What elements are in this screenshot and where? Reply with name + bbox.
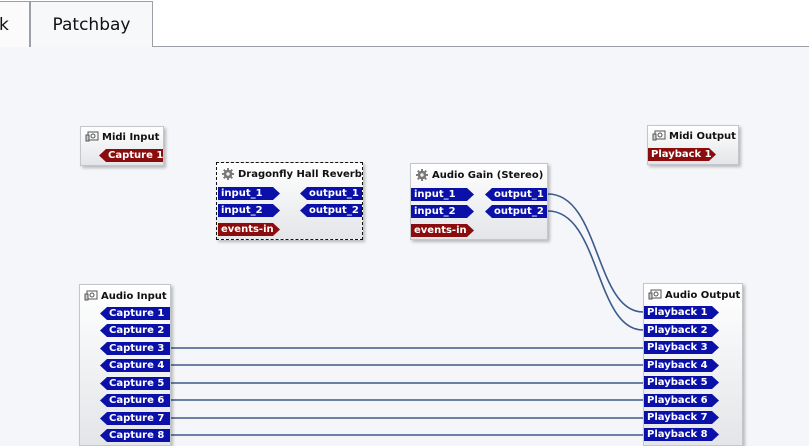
tab-previous[interactable]: k [0,1,30,47]
port-audio-capture-3[interactable]: Capture 3 [100,342,170,355]
gear-icon [416,169,428,181]
port-reverb-input-2[interactable]: input_2 [218,204,280,217]
audio-device-icon [648,289,662,300]
box-title: Audio Output [644,287,742,303]
audio-device-icon [652,130,666,141]
tab-bar: k Patchbay [0,0,809,48]
port-audio-playback-3[interactable]: Playback 3 [644,341,719,354]
port-audio-capture-4[interactable]: Capture 4 [100,359,170,372]
tab-label: Patchbay [52,15,131,35]
box-title: Midi Output [648,128,738,144]
port-gain-input-2[interactable]: input_2 [411,205,474,218]
audio-device-icon [84,290,98,301]
port-reverb-input-1[interactable]: input_1 [218,187,280,200]
tab-label: k [0,14,9,35]
audio-device-icon [85,131,99,142]
box-title: Midi Input [81,129,163,145]
port-audio-capture-1[interactable]: Capture 1 [100,307,170,320]
gear-icon [222,168,234,180]
port-audio-playback-5[interactable]: Playback 5 [644,376,719,389]
port-audio-playback-1[interactable]: Playback 1 [644,306,719,319]
tab-patchbay[interactable]: Patchbay [30,1,153,48]
port-gain-events-in[interactable]: events-in [411,224,474,237]
port-gain-output-1[interactable]: output_1 [485,188,547,201]
port-audio-capture-6[interactable]: Capture 6 [100,394,170,407]
port-audio-playback-6[interactable]: Playback 6 [644,394,719,407]
port-audio-capture-5[interactable]: Capture 5 [100,377,170,390]
port-audio-capture-8[interactable]: Capture 8 [100,429,170,442]
port-audio-playback-4[interactable]: Playback 4 [644,359,719,372]
port-reverb-events-in[interactable]: events-in [218,223,280,236]
port-audio-capture-2[interactable]: Capture 2 [100,324,170,337]
port-reverb-output-1[interactable]: output_1 [300,187,362,200]
port-gain-input-1[interactable]: input_1 [411,188,474,201]
port-gain-output-2[interactable]: output_2 [485,205,547,218]
box-title: Dragonfly Hall Reverb [217,166,362,182]
port-reverb-output-2[interactable]: output_2 [300,204,362,217]
port-audio-playback-2[interactable]: Playback 2 [644,324,719,337]
port-midi-capture-1[interactable]: Capture 1 [99,149,163,162]
port-audio-playback-8[interactable]: Playback 8 [644,428,719,441]
box-title: Audio Gain (Stereo) [411,167,547,183]
port-midi-playback-1[interactable]: Playback 1 [648,148,716,161]
box-title: Audio Input [80,288,170,304]
port-audio-capture-7[interactable]: Capture 7 [100,412,170,425]
port-audio-playback-7[interactable]: Playback 7 [644,411,719,424]
